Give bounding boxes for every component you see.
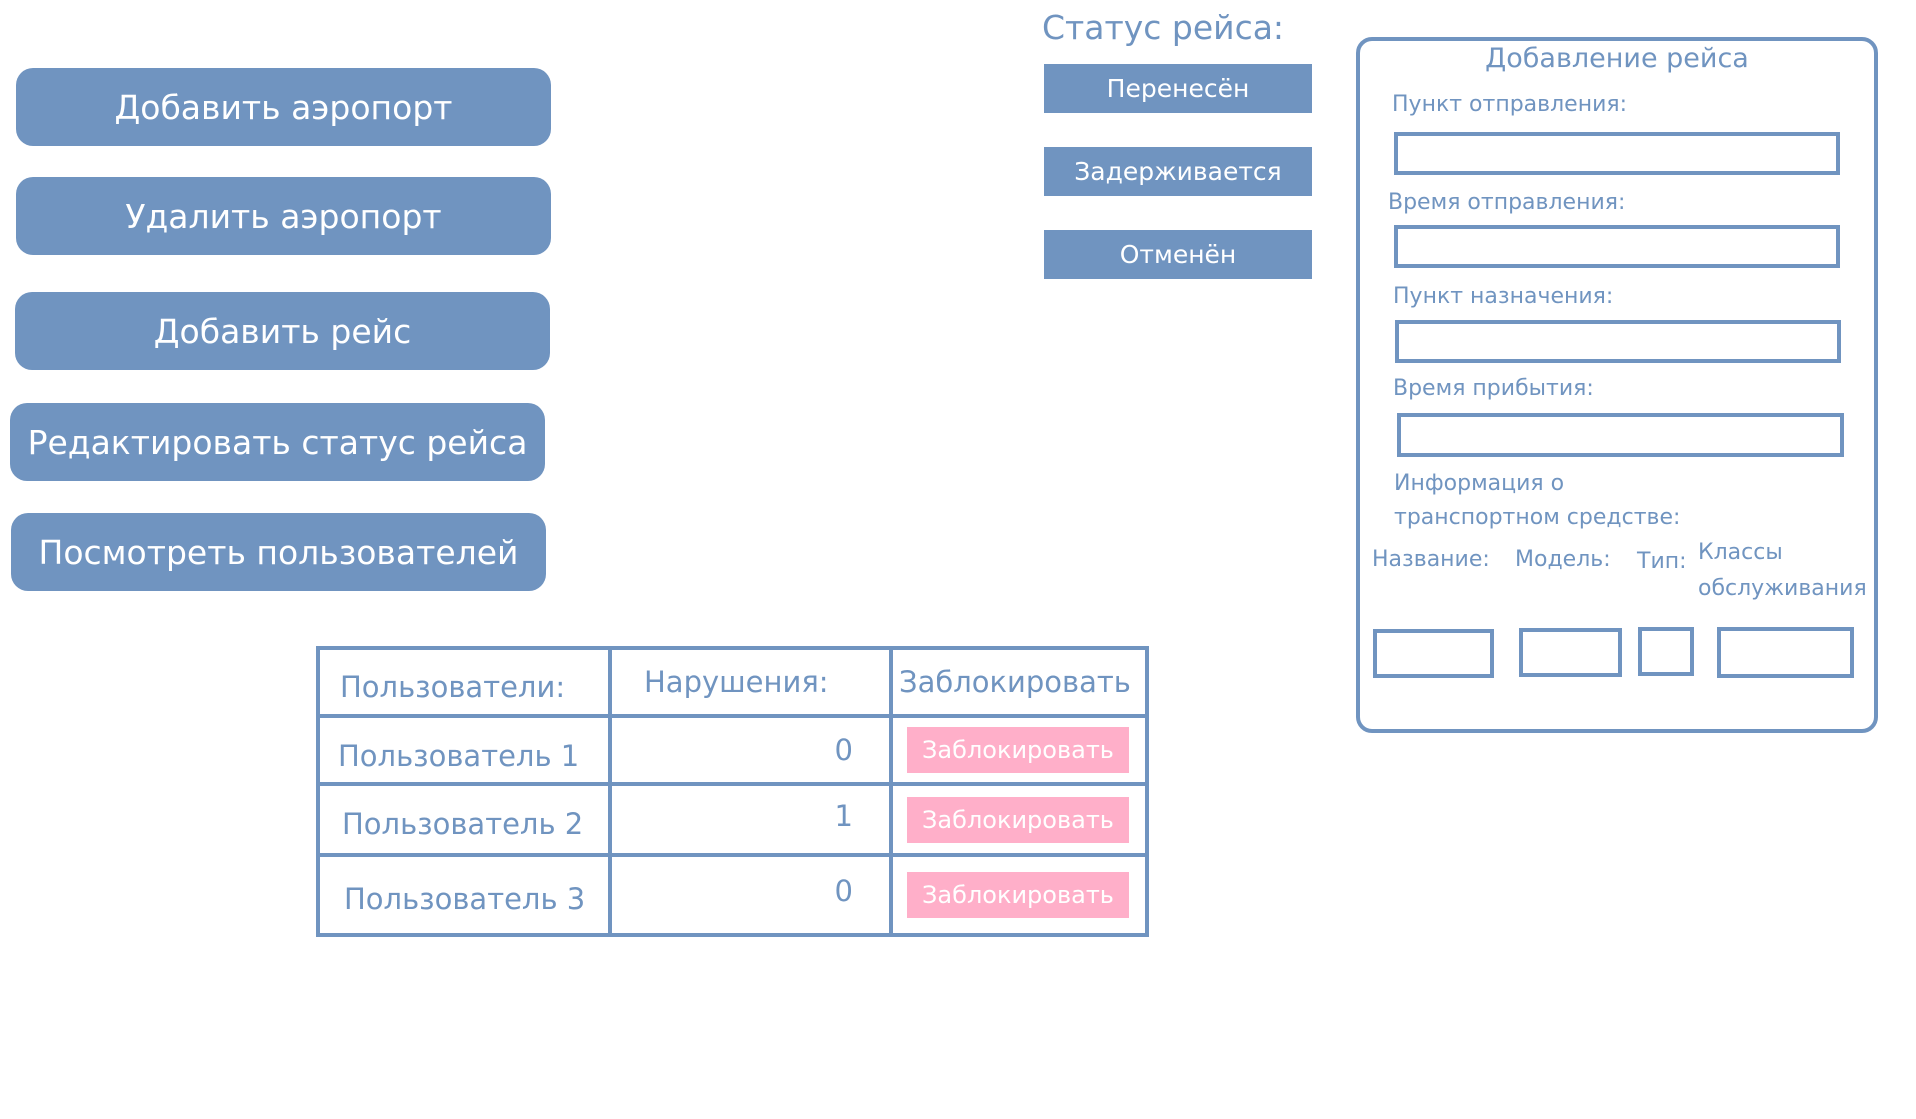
status-cancelled-button[interactable]: Отменён [1044,230,1312,279]
destination-input[interactable] [1395,320,1841,363]
status-title: Статус рейса: [1042,8,1285,47]
violations-count: 0 [608,853,893,937]
block-user-button[interactable]: Заблокировать [907,796,1129,843]
service-classes-input[interactable] [1717,627,1854,678]
header-block: Заблокировать [889,646,1149,718]
status-rescheduled-button[interactable]: Перенесён [1044,64,1312,113]
edit-flight-status-button[interactable]: Редактировать статус рейса [10,403,545,481]
add-flight-button[interactable]: Добавить рейс [15,292,550,370]
service-classes-label: Классы [1698,540,1783,565]
panel-title: Добавление рейса [1485,43,1749,74]
view-users-button[interactable]: Посмотреть пользователей [11,513,546,591]
vehicle-info-label: Информация о [1394,471,1565,496]
vehicle-model-input[interactable] [1519,628,1622,677]
user-name: Пользователь 2 [316,782,612,857]
destination-label: Пункт назначения: [1393,284,1614,309]
block-user-button[interactable]: Заблокировать [907,727,1129,773]
vehicle-name-label: Название: [1372,547,1490,572]
arrival-time-label: Время прибытия: [1393,376,1594,401]
vehicle-info-label-2: транспортном средстве: [1394,505,1681,530]
header-users: Пользователи: [316,646,612,718]
header-violations: Нарушения: [608,646,893,718]
table-row: Пользователь 1 0 Заблокировать [316,714,1149,786]
vehicle-model-label: Модель: [1515,547,1611,572]
departure-time-label: Время отправления: [1388,190,1626,215]
arrival-time-input[interactable] [1397,413,1844,457]
table-header-row: Пользователи: Нарушения: Заблокировать [316,646,1149,718]
delete-airport-button[interactable]: Удалить аэропорт [16,177,551,255]
service-classes-label-2: обслуживания [1698,576,1867,601]
add-airport-button[interactable]: Добавить аэропорт [16,68,551,146]
violations-count: 1 [608,782,893,857]
users-table: Пользователи: Нарушения: Заблокировать П… [316,646,1149,937]
violations-count: 0 [608,714,893,786]
table-row: Пользователь 3 0 Заблокировать [316,853,1149,937]
vehicle-type-input[interactable] [1638,627,1694,676]
status-delayed-button[interactable]: Задерживается [1044,147,1312,196]
vehicle-name-input[interactable] [1373,629,1494,678]
user-name: Пользователь 1 [316,714,612,786]
user-name: Пользователь 3 [316,853,612,937]
departure-point-input[interactable] [1394,132,1840,175]
block-user-button[interactable]: Заблокировать [907,872,1129,918]
table-row: Пользователь 2 1 Заблокировать [316,782,1149,857]
vehicle-type-label: Тип: [1637,549,1687,574]
departure-time-input[interactable] [1394,225,1840,268]
departure-point-label: Пункт отправления: [1392,92,1628,117]
